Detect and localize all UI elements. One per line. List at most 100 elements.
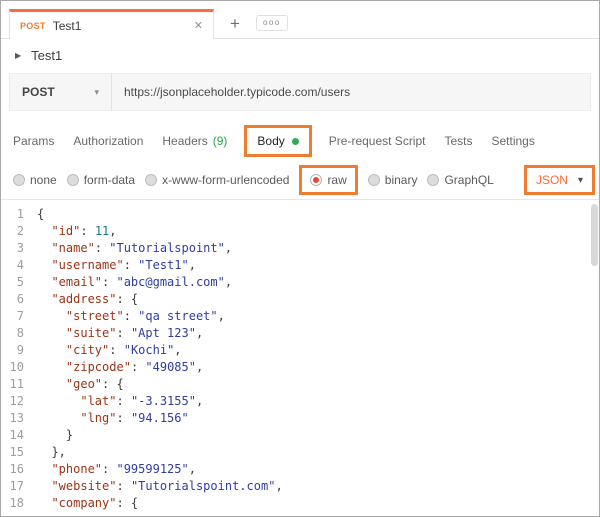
- tab-title: Test1: [53, 19, 82, 33]
- code-line[interactable]: 15 },: [1, 444, 599, 461]
- code-line[interactable]: 13 "lng": "94.156": [1, 410, 599, 427]
- line-number: 9: [1, 342, 37, 359]
- request-tab[interactable]: POST Test1 ✕: [9, 9, 214, 39]
- code-line[interactable]: 2 "id": 11,: [1, 223, 599, 240]
- tab-authorization[interactable]: Authorization: [73, 134, 143, 148]
- line-number: 8: [1, 325, 37, 342]
- token: ,: [196, 326, 203, 340]
- body-type-row: none form-data x-www-form-urlencoded raw bin…: [1, 161, 599, 199]
- request-tabs: Params Authorization Headers(9) Body Pre-req…: [1, 121, 599, 161]
- line-number: 1: [1, 206, 37, 223]
- token: "suite": [66, 326, 117, 340]
- code-editor[interactable]: 1{2 "id": 11,3 "name": "Tutorialspoint",…: [1, 199, 599, 516]
- code-line[interactable]: 10 "zipcode": "49085",: [1, 359, 599, 376]
- scrollbar[interactable]: [591, 204, 598, 266]
- token: : {: [116, 496, 138, 510]
- code-line[interactable]: 14 }: [1, 427, 599, 444]
- body-type-none[interactable]: none: [13, 173, 57, 187]
- code-line[interactable]: 8 "suite": "Apt 123",: [1, 325, 599, 342]
- tab-body[interactable]: Body: [244, 125, 311, 157]
- radio-icon: [368, 174, 380, 186]
- close-icon[interactable]: ✕: [194, 19, 203, 32]
- code-text: "name": "Tutorialspoint",: [37, 240, 232, 257]
- token: "name": [51, 241, 94, 255]
- line-number: 16: [1, 461, 37, 478]
- postman-window: POST Test1 ✕ + ooo ▶ Test1 POST ▾ https:…: [0, 0, 600, 517]
- code-line[interactable]: 11 "geo": {: [1, 376, 599, 393]
- line-number: 4: [1, 257, 37, 274]
- token: :: [102, 275, 116, 289]
- token: ,: [196, 394, 203, 408]
- body-type-label: raw: [327, 173, 346, 187]
- code-line[interactable]: 1{: [1, 206, 599, 223]
- tab-label: Settings: [492, 134, 535, 148]
- new-tab-button[interactable]: +: [230, 15, 240, 32]
- line-number: 11: [1, 376, 37, 393]
- token: "-3.3155": [131, 394, 196, 408]
- tab-headers[interactable]: Headers(9): [162, 134, 227, 148]
- token: ,: [225, 275, 232, 289]
- body-type-raw[interactable]: raw: [299, 165, 357, 195]
- line-number: 14: [1, 427, 37, 444]
- method-label: POST: [22, 85, 55, 99]
- body-type-form-data[interactable]: form-data: [67, 173, 135, 187]
- code-line[interactable]: 17 "website": "Tutorialspoint.com",: [1, 478, 599, 495]
- code-line[interactable]: 9 "city": "Kochi",: [1, 342, 599, 359]
- token: "website": [51, 479, 116, 493]
- code-line[interactable]: 18 "company": {: [1, 495, 599, 512]
- token: "email": [51, 275, 102, 289]
- code-line[interactable]: 7 "street": "qa street",: [1, 308, 599, 325]
- code-line[interactable]: 4 "username": "Test1",: [1, 257, 599, 274]
- body-filled-dot: [292, 138, 299, 145]
- token: 11: [95, 224, 109, 238]
- tab-settings[interactable]: Settings: [492, 134, 535, 148]
- token: [37, 394, 80, 408]
- code-line[interactable]: 16 "phone": "99599125",: [1, 461, 599, 478]
- token: "address": [51, 292, 116, 306]
- method-dropdown[interactable]: POST ▾: [10, 74, 112, 110]
- code-line[interactable]: 12 "lat": "-3.3155",: [1, 393, 599, 410]
- tab-label: Params: [13, 134, 54, 148]
- body-type-binary[interactable]: binary: [368, 173, 418, 187]
- token: [37, 496, 51, 510]
- more-options-button[interactable]: ooo: [256, 15, 288, 31]
- token: "49085": [145, 360, 196, 374]
- language-dropdown[interactable]: JSON: [536, 173, 568, 187]
- code-text: "company": {: [37, 495, 138, 512]
- body-type-label: x-www-form-urlencoded: [162, 173, 289, 187]
- code-text: "city": "Kochi",: [37, 342, 182, 359]
- token: "Test1": [138, 258, 189, 272]
- token: {: [37, 207, 44, 221]
- expander-icon[interactable]: ▶: [15, 51, 21, 60]
- code-line[interactable]: 6 "address": {: [1, 291, 599, 308]
- body-type-x-www-form-urlencoded[interactable]: x-www-form-urlencoded: [145, 173, 289, 187]
- token: [37, 377, 66, 391]
- token: :: [102, 462, 116, 476]
- tab-pre-request-script[interactable]: Pre-request Script: [329, 134, 426, 148]
- token: :: [109, 343, 123, 357]
- token: :: [116, 326, 130, 340]
- tab-bar: POST Test1 ✕ + ooo: [1, 1, 599, 39]
- line-number: 5: [1, 274, 37, 291]
- tab-params[interactable]: Params: [13, 134, 54, 148]
- tab-tests[interactable]: Tests: [444, 134, 472, 148]
- code-text: "id": 11,: [37, 223, 117, 240]
- token: :: [95, 241, 109, 255]
- token: ,: [189, 462, 196, 476]
- token: "city": [66, 343, 109, 357]
- body-type-graphql[interactable]: GraphQL: [427, 173, 493, 187]
- token: :: [80, 224, 94, 238]
- token: "Apt 123": [131, 326, 196, 340]
- code-text: "lat": "-3.3155",: [37, 393, 203, 410]
- body-type-label: form-data: [84, 173, 135, 187]
- token: [37, 479, 51, 493]
- line-number: 18: [1, 495, 37, 512]
- tab-label: Body: [257, 134, 284, 148]
- code-line[interactable]: 5 "email": "abc@gmail.com",: [1, 274, 599, 291]
- line-number: 3: [1, 240, 37, 257]
- request-name-row: ▶ Test1: [1, 39, 599, 71]
- url-input[interactable]: https://jsonplaceholder.typicode.com/use…: [112, 85, 590, 99]
- body-type-label: GraphQL: [444, 173, 493, 187]
- code-text: }: [37, 427, 73, 444]
- code-line[interactable]: 3 "name": "Tutorialspoint",: [1, 240, 599, 257]
